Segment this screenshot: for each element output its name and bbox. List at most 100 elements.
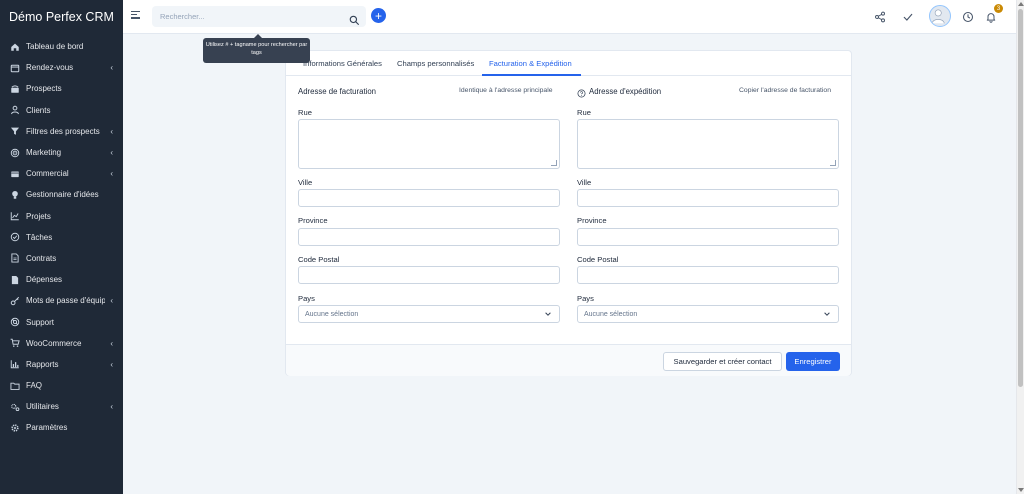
cogs-icon	[9, 401, 20, 412]
sidebar-item-utilitaires[interactable]: Utilitaires ‹	[0, 396, 123, 417]
billing-address-title: Adresse de facturation	[298, 87, 377, 96]
shipping-country-label: Pays	[577, 294, 594, 303]
chevron-down-icon	[823, 310, 831, 318]
scroll-down-icon[interactable]	[1018, 488, 1024, 492]
target-icon	[9, 147, 20, 158]
billing-state-input[interactable]	[298, 228, 560, 246]
clock-icon[interactable]	[962, 10, 974, 23]
copy-billing-address-link[interactable]: Copier l'adresse de facturation	[739, 87, 831, 94]
tab-billing-shipping[interactable]: Facturation & Expédition	[489, 59, 572, 68]
sidebar-item-rapports[interactable]: Rapports ‹	[0, 354, 123, 375]
sidebar-item-label: Rapports	[26, 359, 59, 369]
invoice-icon	[9, 168, 20, 179]
chevron-left-icon: ‹	[110, 126, 113, 136]
sidebar: Démo Perfex CRM Tableau de bord Rendez-vo…	[0, 0, 123, 494]
shipping-street-label: Rue	[577, 108, 591, 117]
tab-custom-fields[interactable]: Champs personnalisés	[397, 59, 474, 68]
sidebar-item-marketing[interactable]: Marketing ‹	[0, 142, 123, 163]
sidebar-item-gestionnaire-d-idees[interactable]: Gestionnaire d'idées	[0, 184, 123, 205]
notification-count-badge: 3	[994, 4, 1003, 13]
chevron-left-icon: ‹	[110, 63, 113, 73]
quick-create-button[interactable]: +	[371, 8, 386, 23]
sidebar-item-label: Projets	[26, 211, 51, 221]
sidebar-item-label: Tableau de bord	[26, 42, 84, 52]
shipping-country-value: Aucune sélection	[584, 310, 638, 318]
sidebar-item-label: Clients	[26, 105, 51, 115]
shipping-zip-label: Code Postal	[577, 255, 619, 264]
billing-city-input[interactable]	[298, 189, 560, 207]
sidebar-item-label: FAQ	[26, 381, 43, 391]
billing-zip-input[interactable]	[298, 266, 560, 284]
save-button[interactable]: Enregistrer	[786, 352, 840, 371]
sidebar-item-clients[interactable]: Clients	[0, 100, 123, 121]
folder-icon	[9, 380, 20, 391]
help-icon[interactable]	[577, 85, 586, 98]
save-and-create-contact-button[interactable]: Sauvegarder et créer contact	[663, 352, 782, 371]
sidebar-item-label: Prospects	[26, 84, 62, 94]
sidebar-item-contrats[interactable]: Contrats	[0, 248, 123, 269]
share-icon[interactable]	[874, 10, 886, 23]
shipping-city-input[interactable]	[577, 189, 839, 207]
chevron-left-icon: ‹	[110, 169, 113, 179]
key-icon	[9, 295, 20, 306]
tty-icon	[9, 83, 20, 94]
search-tooltip: Utilisez # + tagname pour rechercher par…	[203, 34, 310, 63]
brand-title[interactable]: Démo Perfex CRM	[0, 0, 123, 34]
billing-street-label: Rue	[298, 108, 312, 117]
menu-toggle-icon[interactable]	[131, 11, 140, 20]
lifebuoy-icon	[9, 317, 20, 328]
sidebar-item-woocommerce[interactable]: WooCommerce ‹	[0, 333, 123, 354]
cart-icon	[9, 338, 20, 349]
sidebar-item-prospects[interactable]: Prospects	[0, 78, 123, 99]
form-footer: Sauvegarder et créer contact Enregistrer	[286, 344, 851, 376]
sidebar-item-commercial[interactable]: Commercial ‹	[0, 163, 123, 184]
sidebar-item-label: Dépenses	[26, 275, 63, 285]
sidebar-item-faq[interactable]: FAQ	[0, 375, 123, 396]
shipping-country-select[interactable]: Aucune sélection	[577, 305, 839, 323]
sidebar-item-filtres-des-prospects[interactable]: Filtres des prospects ‹	[0, 121, 123, 142]
sidebar-item-mots-de-passe-d-equipe[interactable]: Mots de passe d'équipe ‹	[0, 290, 123, 311]
sidebar-item-rendez-vous[interactable]: Rendez-vous ‹	[0, 57, 123, 78]
shipping-zip-input[interactable]	[577, 266, 839, 284]
calendar-icon	[9, 62, 20, 73]
search-input[interactable]	[160, 12, 349, 21]
scroll-up-icon[interactable]	[1018, 2, 1024, 6]
chart-icon	[9, 211, 20, 222]
sidebar-item-support[interactable]: Support	[0, 311, 123, 332]
shipping-street-textarea[interactable]	[577, 119, 839, 169]
page-scrollbar[interactable]	[1016, 0, 1024, 494]
sidebar-item-projets[interactable]: Projets	[0, 206, 123, 227]
check-icon[interactable]	[902, 10, 914, 22]
search-bar[interactable]	[152, 6, 366, 27]
billing-country-select[interactable]: Aucune sélection	[298, 305, 560, 323]
resize-handle-icon[interactable]	[830, 160, 836, 166]
chevron-left-icon: ‹	[110, 148, 113, 158]
sidebar-item-label: Gestionnaire d'idées	[26, 190, 99, 200]
shipping-state-label: Province	[577, 216, 607, 225]
same-as-main-address-link[interactable]: Identique à l'adresse principale	[459, 87, 553, 94]
sidebar-item-label: Utilitaires	[26, 402, 59, 412]
sidebar-item-label: Commercial	[26, 169, 69, 179]
sidebar-item-tableau-de-bord[interactable]: Tableau de bord	[0, 36, 123, 57]
bar-chart-icon	[9, 359, 20, 370]
sidebar-item-label: Filtres des prospects	[26, 126, 100, 136]
sidebar-item-label: WooCommerce	[26, 338, 82, 348]
search-icon[interactable]	[349, 12, 359, 25]
billing-state-label: Province	[298, 216, 328, 225]
chevron-left-icon: ‹	[110, 296, 113, 306]
sidebar-item-label: Paramètres	[26, 423, 68, 433]
tab-general-info[interactable]: Informations Générales	[303, 59, 382, 68]
sidebar-item-taches[interactable]: Tâches	[0, 227, 123, 248]
avatar[interactable]	[929, 5, 951, 27]
sidebar-item-depenses[interactable]: Dépenses	[0, 269, 123, 290]
contract-icon	[9, 253, 20, 264]
user-icon	[9, 105, 20, 116]
sidebar-item-label: Rendez-vous	[26, 63, 74, 73]
resize-handle-icon[interactable]	[551, 160, 557, 166]
scrollbar-thumb[interactable]	[1018, 9, 1023, 387]
sidebar-item-parametres[interactable]: Paramètres	[0, 417, 123, 438]
shipping-state-input[interactable]	[577, 228, 839, 246]
gear-icon	[9, 422, 20, 433]
billing-street-textarea[interactable]	[298, 119, 560, 169]
check-circle-icon	[9, 232, 20, 243]
